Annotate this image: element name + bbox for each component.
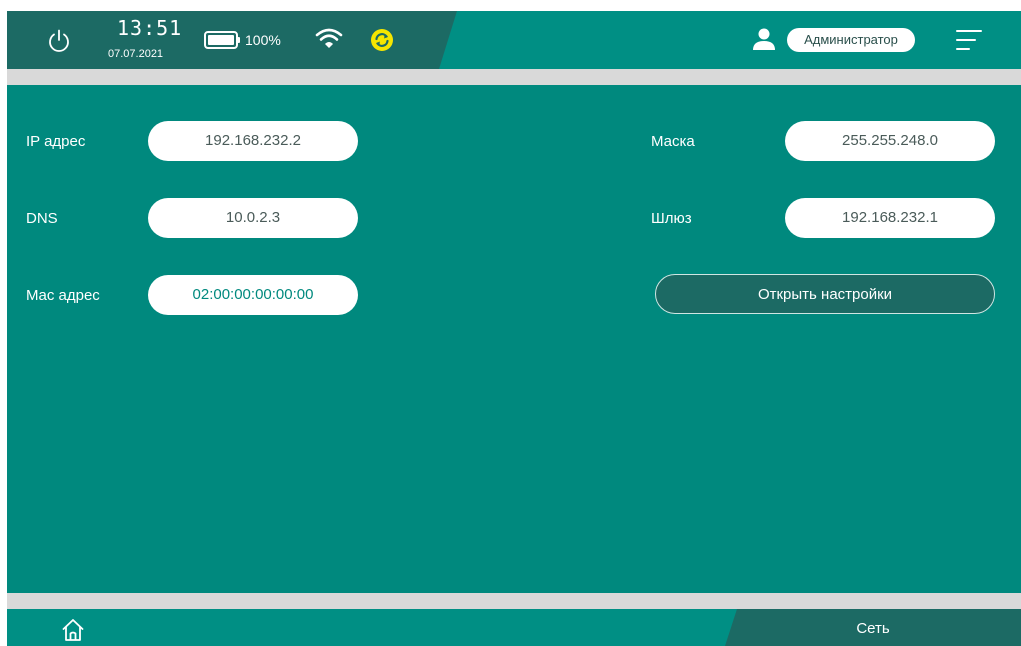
mac-address-field[interactable]: 02:00:00:00:00:00 <box>148 275 358 315</box>
clock-time: 13:51 <box>117 16 183 40</box>
mask-label: Маска <box>651 133 695 150</box>
dns-field[interactable]: 10.0.2.3 <box>148 198 358 238</box>
user-icon[interactable] <box>752 27 776 51</box>
gateway-label: Шлюз <box>651 210 692 227</box>
user-role-badge[interactable]: Администратор <box>787 28 915 52</box>
ip-address-field[interactable]: 192.168.232.2 <box>148 121 358 161</box>
menu-icon[interactable] <box>955 28 983 52</box>
dns-label: DNS <box>26 210 58 227</box>
top-divider <box>7 69 1021 85</box>
tab-network-label: Сеть <box>856 620 890 637</box>
bottom-divider <box>7 593 1021 609</box>
app-frame: 13:51 07.07.2021 100% Администратор IP а… <box>7 11 1021 646</box>
mask-field[interactable]: 255.255.248.0 <box>785 121 995 161</box>
mac-address-label: Mac адрес <box>26 287 100 304</box>
ip-address-label: IP адрес <box>26 133 86 150</box>
tab-network[interactable]: Сеть <box>725 609 1021 646</box>
battery-level: 100% <box>245 32 281 48</box>
open-settings-button[interactable]: Открыть настройки <box>655 274 995 314</box>
wifi-icon <box>315 28 343 48</box>
clock-date: 07.07.2021 <box>108 48 164 60</box>
battery-icon <box>204 31 240 49</box>
sync-icon[interactable] <box>370 28 394 52</box>
top-bar: 13:51 07.07.2021 100% Администратор <box>7 11 1021 69</box>
gateway-field[interactable]: 192.168.232.1 <box>785 198 995 238</box>
power-icon[interactable] <box>46 28 72 54</box>
bottom-bar: Сеть <box>7 609 1021 646</box>
home-icon[interactable] <box>61 617 85 643</box>
